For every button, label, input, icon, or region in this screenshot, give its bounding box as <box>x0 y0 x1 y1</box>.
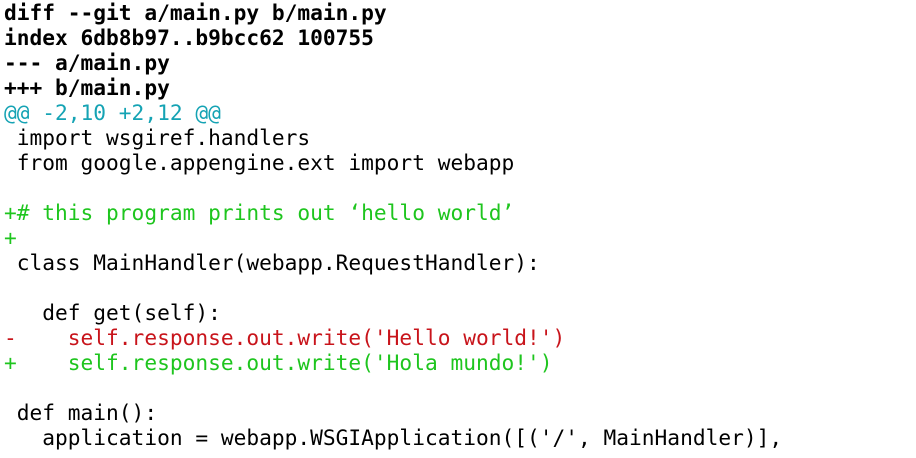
diff-blank-line <box>4 175 912 200</box>
diff-added-line: +# this program prints out ‘hello world’ <box>4 200 515 225</box>
diff-blank-line <box>4 375 912 400</box>
diff-added-line: + <box>4 225 17 250</box>
diff-index-line: index 6db8b97..b9bcc62 100755 <box>4 25 374 50</box>
diff-context-line: import wsgiref.handlers <box>4 125 311 150</box>
diff-new-file-line: +++ b/main.py <box>4 75 170 100</box>
diff-removed-line: - self.response.out.write('Hello world!'… <box>4 325 566 350</box>
diff-context-line: from google.appengine.ext import webapp <box>4 150 515 175</box>
diff-context-line: def get(self): <box>4 300 221 325</box>
diff-old-file-line: --- a/main.py <box>4 50 170 75</box>
diff-blank-line <box>4 275 912 300</box>
diff-view: diff --git a/main.py b/main.py index 6db… <box>4 0 912 458</box>
diff-context-line: class MainHandler(webapp.RequestHandler)… <box>4 250 540 275</box>
diff-git-header-line: diff --git a/main.py b/main.py <box>4 0 387 25</box>
diff-hunk-header: @@ -2,10 +2,12 @@ <box>4 100 221 125</box>
diff-added-line: + self.response.out.write('Hola mundo!') <box>4 350 553 375</box>
diff-context-line: application = webapp.WSGIApplication([('… <box>4 425 783 450</box>
diff-context-line: def main(): <box>4 400 158 425</box>
